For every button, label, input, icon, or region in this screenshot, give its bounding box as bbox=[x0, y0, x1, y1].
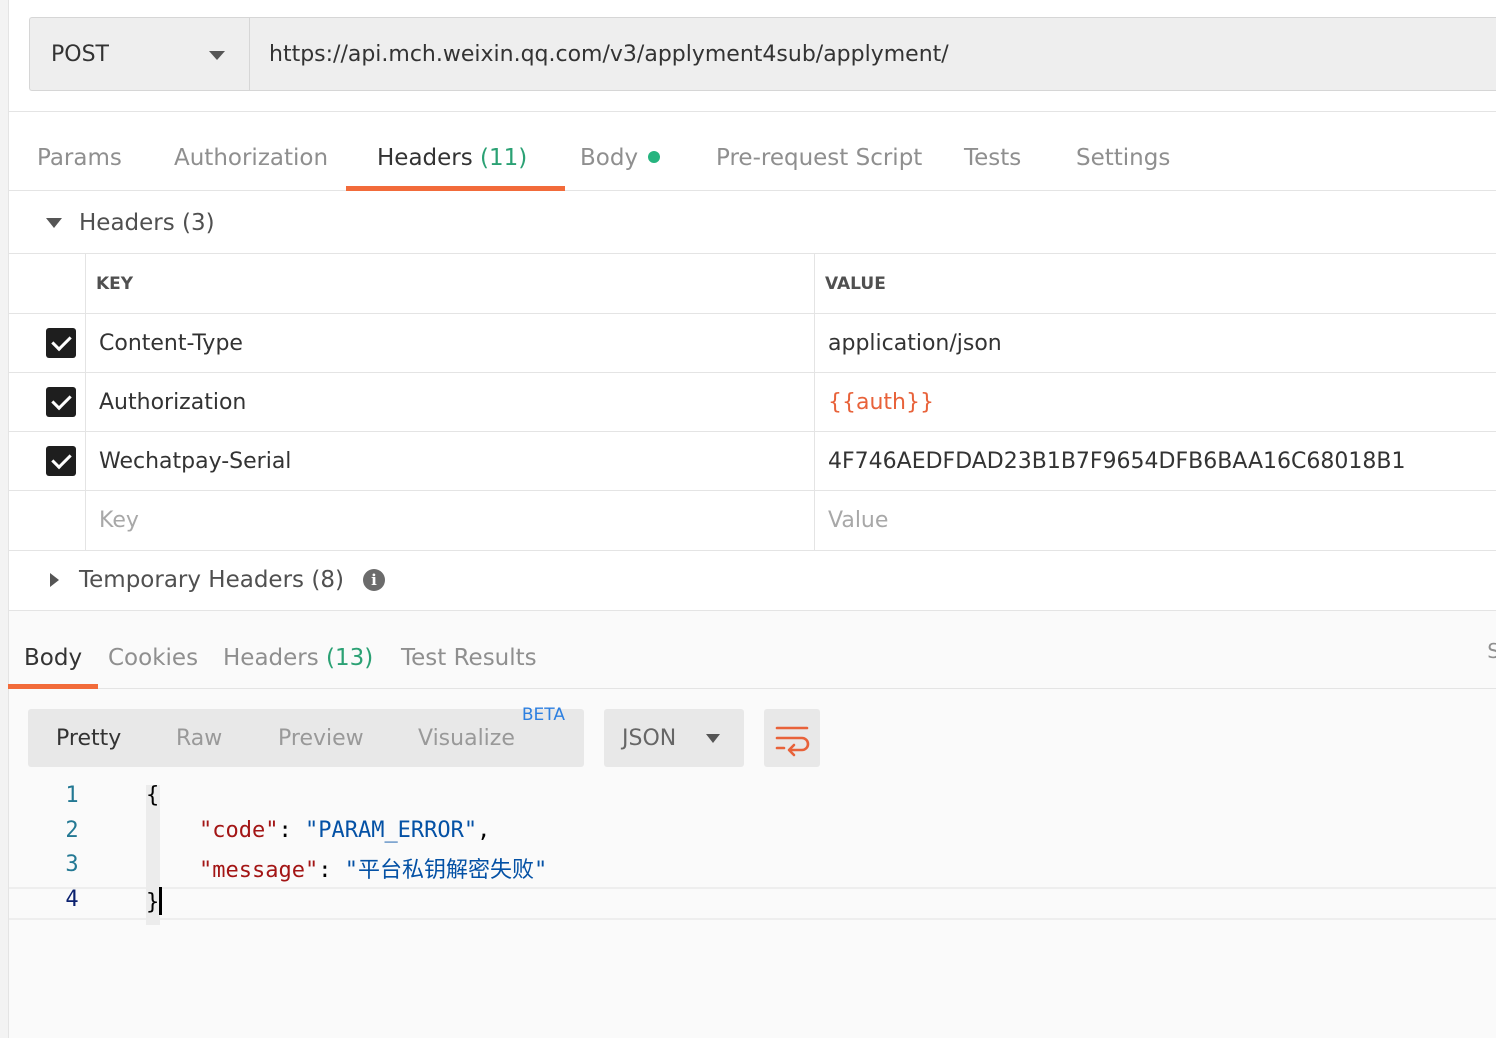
table-row-new: Key Value bbox=[9, 491, 1496, 551]
view-mode-preview[interactable]: Preview bbox=[278, 709, 364, 767]
header-enabled-checkbox[interactable] bbox=[46, 446, 76, 476]
tab-label: Body bbox=[580, 145, 639, 171]
truncated-status-text: S bbox=[1487, 639, 1496, 663]
tab-label: Authorization bbox=[174, 145, 329, 171]
tab-response-body[interactable]: Body bbox=[7, 611, 99, 689]
response-tabs: Body Cookies Headers (13) Test Results S bbox=[7, 611, 1496, 689]
headers-section-title: Headers (3) bbox=[79, 210, 215, 236]
header-value-cell[interactable]: 4F746AEDFDAD23B1B7F9654DFB6BAA16C68018B1 bbox=[815, 432, 1496, 490]
tab-test-results[interactable]: Test Results bbox=[401, 611, 537, 689]
tab-label: Settings bbox=[1076, 145, 1171, 171]
json-colon: : bbox=[318, 858, 345, 883]
text-cursor bbox=[159, 886, 163, 915]
response-body-editor[interactable]: 1 { 2 "code": "PARAM_ERROR", 3 "message"… bbox=[9, 783, 1496, 921]
response-panel: Body Cookies Headers (13) Test Results S… bbox=[7, 610, 1496, 1038]
view-mode-visualize[interactable]: Visualize BETA bbox=[418, 705, 565, 767]
url-bar: POST https://api.mch.weixin.qq.com/v3/ap… bbox=[29, 17, 1496, 91]
json-comma: , bbox=[477, 817, 491, 843]
headers-section-toggle[interactable]: Headers (3) bbox=[9, 193, 1496, 253]
request-tabs: Params Authorization Headers (11) Body P… bbox=[9, 113, 1496, 191]
method-label: POST bbox=[51, 41, 109, 67]
tab-params[interactable]: Params bbox=[37, 113, 122, 191]
view-mode-pretty[interactable]: Pretty bbox=[56, 709, 121, 767]
code-open-brace: { bbox=[146, 783, 160, 808]
view-mode-raw[interactable]: Raw bbox=[176, 709, 222, 767]
chevron-down-icon bbox=[706, 734, 720, 743]
wrap-lines-icon bbox=[775, 726, 810, 757]
chevron-down-icon bbox=[209, 51, 225, 60]
request-bar-area: POST https://api.mch.weixin.qq.com/v3/ap… bbox=[9, 0, 1496, 112]
view-mode-label: Visualize bbox=[418, 726, 515, 751]
url-input[interactable]: https://api.mch.weixin.qq.com/v3/applyme… bbox=[250, 18, 1496, 90]
body-indicator-dot bbox=[648, 151, 661, 163]
beta-badge: BETA bbox=[521, 705, 565, 725]
tab-pre-request-script[interactable]: Pre-request Script bbox=[716, 113, 922, 191]
line-number: 4 bbox=[65, 886, 79, 912]
left-rail bbox=[0, 0, 9, 1038]
table-row: Authorization {{auth}} bbox=[9, 373, 1496, 432]
table-row: Wechatpay-Serial 4F746AEDFDAD23B1B7F9654… bbox=[9, 432, 1496, 491]
tab-count: (11) bbox=[480, 145, 528, 171]
line-number: 3 bbox=[65, 852, 79, 877]
tab-headers[interactable]: Headers (11) bbox=[345, 113, 566, 191]
format-select[interactable]: JSON bbox=[604, 709, 744, 767]
wrap-lines-button[interactable] bbox=[764, 709, 820, 767]
line-number: 1 bbox=[65, 783, 79, 808]
tab-label: Tests bbox=[964, 145, 1022, 171]
tab-response-headers[interactable]: Headers (13) bbox=[223, 611, 373, 689]
code-line: 1 { bbox=[9, 783, 1496, 818]
table-row: Content-Type application/json bbox=[9, 314, 1496, 373]
new-header-value-input[interactable]: Value bbox=[815, 491, 1496, 550]
view-mode-selector: Pretty Raw Preview Visualize BETA bbox=[28, 705, 584, 767]
code-line: 2 "code": "PARAM_ERROR", bbox=[9, 818, 1496, 853]
format-label: JSON bbox=[622, 726, 677, 751]
temporary-headers-title: Temporary Headers (8) bbox=[79, 567, 344, 593]
header-key-cell[interactable]: Content-Type bbox=[86, 314, 815, 372]
code-line: 4 } bbox=[9, 886, 1496, 922]
tab-response-cookies[interactable]: Cookies bbox=[108, 611, 198, 689]
tab-label: Params bbox=[37, 145, 122, 171]
headers-table: KEY VALUE Content-Type application/json … bbox=[9, 253, 1496, 551]
json-colon: : bbox=[278, 817, 305, 843]
header-value-cell[interactable]: {{auth}} bbox=[815, 373, 1496, 431]
header-enabled-checkbox[interactable] bbox=[46, 328, 76, 358]
tab-authorization[interactable]: Authorization bbox=[174, 113, 328, 191]
header-value-cell[interactable]: application/json bbox=[815, 314, 1496, 372]
info-icon[interactable]: i bbox=[363, 569, 385, 591]
caret-down-icon bbox=[46, 218, 62, 228]
method-select[interactable]: POST bbox=[30, 18, 250, 90]
tab-label: Pre-request Script bbox=[716, 145, 923, 171]
new-header-key-input[interactable]: Key bbox=[86, 491, 815, 550]
header-enabled-checkbox[interactable] bbox=[46, 387, 76, 417]
code-close-brace: } bbox=[146, 889, 160, 915]
line-number: 2 bbox=[65, 817, 79, 843]
temporary-headers-toggle[interactable]: Temporary Headers (8) i bbox=[9, 550, 1496, 610]
tab-label: Headers bbox=[377, 145, 473, 171]
tab-label: Headers bbox=[223, 645, 319, 671]
tab-tests[interactable]: Tests bbox=[964, 113, 1021, 191]
table-header-row: KEY VALUE bbox=[9, 254, 1496, 314]
tab-body[interactable]: Body bbox=[580, 113, 661, 191]
json-key: "code" bbox=[198, 817, 279, 843]
column-header-key: KEY bbox=[86, 254, 815, 313]
tab-count: (13) bbox=[326, 645, 374, 671]
tab-settings[interactable]: Settings bbox=[1076, 113, 1170, 191]
header-key-cell[interactable]: Wechatpay-Serial bbox=[86, 432, 815, 490]
json-value: "PARAM_ERROR" bbox=[304, 817, 478, 843]
json-key: "message" bbox=[198, 858, 319, 883]
code-line: 3 "message": "平台私钥解密失败" bbox=[9, 852, 1496, 887]
json-value: "平台私钥解密失败" bbox=[344, 858, 548, 883]
column-header-value: VALUE bbox=[825, 273, 886, 294]
caret-right-icon bbox=[50, 573, 59, 587]
header-key-cell[interactable]: Authorization bbox=[86, 373, 815, 431]
